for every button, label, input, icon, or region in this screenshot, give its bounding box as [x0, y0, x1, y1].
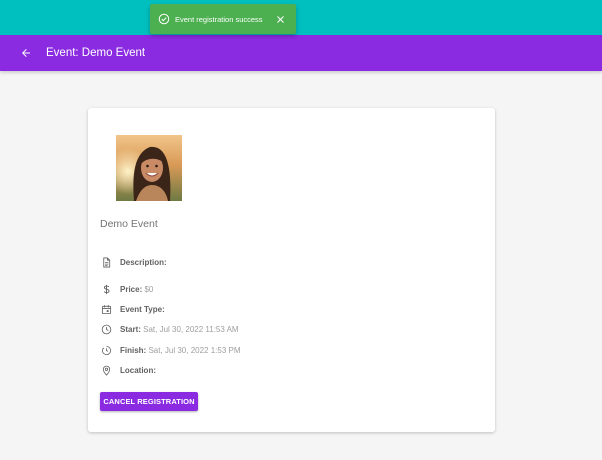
start-value: Sat, Jul 30, 2022 11:53 AM: [143, 324, 239, 334]
detail-location: Location:: [100, 363, 156, 377]
event-name: Demo Event: [100, 218, 158, 230]
detail-start: Start: Sat, Jul 30, 2022 11:53 AM: [100, 322, 239, 336]
app-bar: Event: Demo Event: [0, 35, 602, 71]
check-circle-icon: [158, 13, 170, 25]
price-value: $0: [144, 284, 154, 294]
start-label: Start:: [120, 324, 141, 334]
detail-finish: Finish: Sat, Jul 30, 2022 1:53 PM: [100, 343, 241, 357]
description-label: Description:: [120, 257, 167, 267]
clock-icon: [100, 323, 112, 335]
detail-price: Price: $0: [100, 282, 153, 296]
detail-description: Description:: [100, 255, 167, 269]
location-label: Location:: [120, 365, 156, 375]
timer-icon: [100, 344, 112, 356]
location-pin-icon: [100, 364, 112, 376]
success-snackbar: Event registration success: [150, 4, 296, 34]
event-card: Demo Event Description: Price: $0 Event …: [88, 108, 495, 432]
close-icon[interactable]: [273, 12, 287, 26]
page-title: Event: Demo Event: [46, 47, 146, 59]
finish-value: Sat, Jul 30, 2022 1:53 PM: [148, 345, 241, 355]
top-banner-strip: [0, 0, 602, 35]
back-arrow-icon[interactable]: [15, 42, 37, 64]
price-label: Price:: [120, 284, 143, 294]
document-icon: [100, 256, 112, 268]
event-photo: [116, 135, 182, 201]
event-type-label: Event Type:: [120, 304, 165, 314]
snackbar-message: Event registration success: [175, 14, 263, 24]
detail-event-type: Event Type:: [100, 302, 165, 316]
finish-label: Finish:: [120, 345, 147, 355]
calendar-icon: [100, 303, 112, 315]
cancel-registration-button[interactable]: CANCEL REGISTRATION: [100, 392, 198, 411]
dollar-icon: [100, 283, 112, 295]
